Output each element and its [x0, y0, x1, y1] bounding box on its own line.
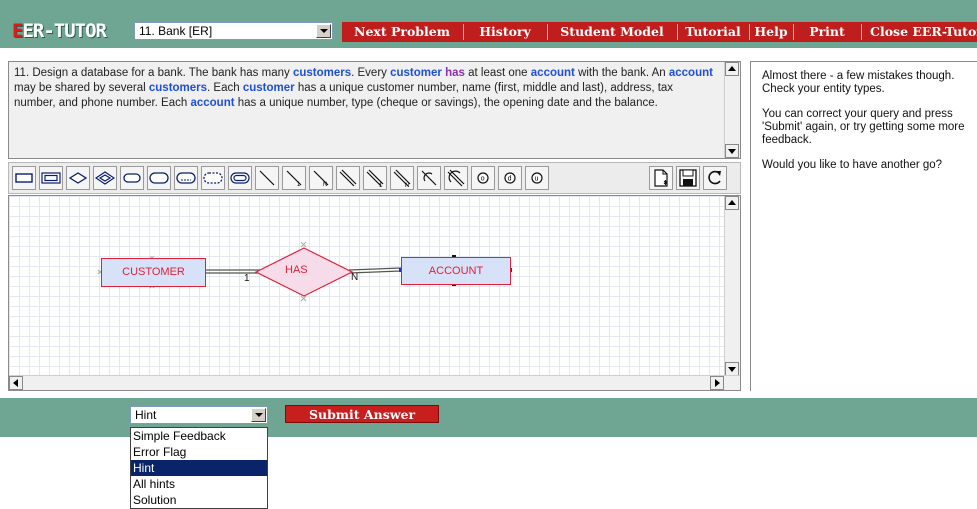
cardinality-n-label: N: [351, 272, 359, 283]
disjoint-circle-icon[interactable]: d: [498, 166, 522, 190]
feedback-paragraph: Almost there - a few mistakes though. Ch…: [762, 70, 955, 95]
relationship-keyword: has: [445, 67, 465, 79]
scroll-up-icon[interactable]: [725, 62, 739, 76]
derived-attribute-tool-icon[interactable]: [201, 166, 225, 190]
entity-keyword: customers: [292, 67, 352, 79]
diagram-toolbar: 1 N 1 N o d u: [8, 162, 741, 194]
new-diagram-icon[interactable]: [649, 166, 673, 190]
problem-text-segment: with the bank. An: [574, 67, 669, 79]
total-participation-line-icon[interactable]: [336, 166, 360, 190]
tutorial-button[interactable]: Tutorial: [678, 22, 748, 42]
feedback-panel: Almost there - a few mistakes though. Ch…: [750, 61, 977, 391]
entity-account[interactable]: ACCOUNT: [401, 257, 511, 285]
partial-key-attribute-tool-icon[interactable]: [174, 166, 198, 190]
problem-select-value: 11. Bank [ER]: [139, 24, 213, 38]
scroll-right-icon[interactable]: [710, 376, 724, 390]
union-circle-icon[interactable]: u: [525, 166, 549, 190]
scroll-left-icon[interactable]: [9, 376, 23, 390]
canvas-horizontal-scrollbar[interactable]: [9, 375, 740, 390]
entity-keyword: customers: [148, 82, 208, 94]
diagram-connections: [97, 241, 512, 302]
problem-text-segment: at least one: [464, 67, 531, 79]
problem-text-segment: . Every: [351, 67, 391, 79]
logo-first-letter: E: [12, 20, 23, 42]
entity-keyword: account: [190, 97, 235, 109]
close-eer-tutor-button[interactable]: Close EER-Tutor: [862, 22, 977, 42]
entity-keyword: account: [668, 67, 713, 79]
svg-text:o: o: [481, 176, 485, 183]
entity-customer[interactable]: CUSTOMER: [101, 258, 206, 287]
problem-text-segment: . Each: [207, 82, 243, 94]
option-simple-feedback[interactable]: Simple Feedback: [131, 428, 267, 444]
feedback-paragraph: You can correct your query and press 'Su…: [762, 108, 965, 146]
relationship-tool-icon[interactable]: [66, 166, 90, 190]
option-hint[interactable]: Hint: [131, 460, 267, 476]
feedback-level-select[interactable]: Hint: [130, 406, 268, 424]
reload-icon[interactable]: [703, 166, 727, 190]
chevron-down-icon[interactable]: [251, 408, 266, 422]
problem-text: 11. Design a database for a bank. The ba…: [14, 66, 714, 111]
diagram-canvas[interactable]: CUSTOMER HAS ACCOUNT 1 N: [8, 195, 741, 391]
top-bar: EER-TUTOR 11. Bank [ER] Next Problem His…: [0, 0, 977, 48]
entity-tool-icon[interactable]: [12, 166, 36, 190]
option-solution[interactable]: Solution: [131, 492, 267, 508]
entity-keyword: customer: [242, 82, 295, 94]
key-attribute-tool-icon[interactable]: [147, 166, 171, 190]
total-specialization-line-icon[interactable]: [444, 166, 468, 190]
entity-keyword: customer: [390, 67, 442, 79]
line-tool-icon[interactable]: [255, 166, 279, 190]
feedback-paragraph: Would you like to have another go?: [762, 159, 943, 171]
problem-vertical-scrollbar[interactable]: [724, 62, 740, 158]
app-logo: EER-TUTOR: [12, 20, 107, 42]
student-model-button[interactable]: Student Model: [548, 22, 676, 42]
scroll-down-icon[interactable]: [725, 144, 739, 158]
feedback-text: Almost there - a few mistakes though. Ch…: [762, 70, 974, 184]
specialization-line-icon[interactable]: [417, 166, 441, 190]
feedback-level-value: Hint: [135, 408, 157, 422]
logo-text: ER-TUTOR: [22, 20, 107, 42]
option-error-flag[interactable]: Error Flag: [131, 444, 267, 460]
svg-text:N: N: [405, 183, 409, 188]
history-button[interactable]: History: [464, 22, 546, 42]
option-all-hints[interactable]: All hints: [131, 476, 267, 492]
entity-account-label: ACCOUNT: [428, 265, 484, 277]
chevron-down-icon[interactable]: [316, 24, 331, 38]
relationship-has-label: HAS: [285, 264, 308, 276]
svg-text:d: d: [508, 176, 512, 183]
weak-entity-tool-icon[interactable]: [39, 166, 63, 190]
entity-customer-label: CUSTOMER: [122, 266, 185, 278]
canvas-vertical-scrollbar[interactable]: [724, 196, 740, 376]
one-cardinality-line-icon[interactable]: 1: [282, 166, 306, 190]
cardinality-one-label: 1: [244, 273, 250, 284]
scroll-up-icon[interactable]: [725, 196, 739, 210]
identifying-relationship-tool-icon[interactable]: [93, 166, 117, 190]
scroll-down-icon[interactable]: [725, 362, 739, 376]
save-icon[interactable]: [676, 166, 700, 190]
nav-bar: Next Problem History Student Model Tutor…: [342, 22, 977, 42]
overlap-circle-icon[interactable]: o: [471, 166, 495, 190]
problem-statement-panel: 11. Design a database for a bank. The ba…: [8, 61, 741, 159]
n-cardinality-line-icon[interactable]: N: [309, 166, 333, 190]
problem-text-segment: 11. Design a database for a bank. The ba…: [14, 67, 293, 79]
submit-answer-button[interactable]: Submit Answer: [285, 405, 439, 423]
print-button[interactable]: Print: [794, 22, 860, 42]
feedback-level-dropdown: Simple Feedback Error Flag Hint All hint…: [130, 427, 268, 509]
problem-select[interactable]: 11. Bank [ER]: [134, 22, 333, 40]
total-n-line-icon[interactable]: N: [390, 166, 414, 190]
help-button[interactable]: Help: [750, 22, 792, 42]
attribute-tool-icon[interactable]: [120, 166, 144, 190]
problem-text-segment: has a unique number, type (cheque or sav…: [234, 97, 658, 109]
problem-text-segment: may be shared by several: [14, 82, 149, 94]
total-one-line-icon[interactable]: 1: [363, 166, 387, 190]
multivalued-attribute-tool-icon[interactable]: [228, 166, 252, 190]
next-problem-button[interactable]: Next Problem: [342, 22, 462, 42]
entity-keyword: account: [530, 67, 575, 79]
svg-text:u: u: [535, 176, 539, 183]
svg-text:N: N: [323, 182, 327, 188]
